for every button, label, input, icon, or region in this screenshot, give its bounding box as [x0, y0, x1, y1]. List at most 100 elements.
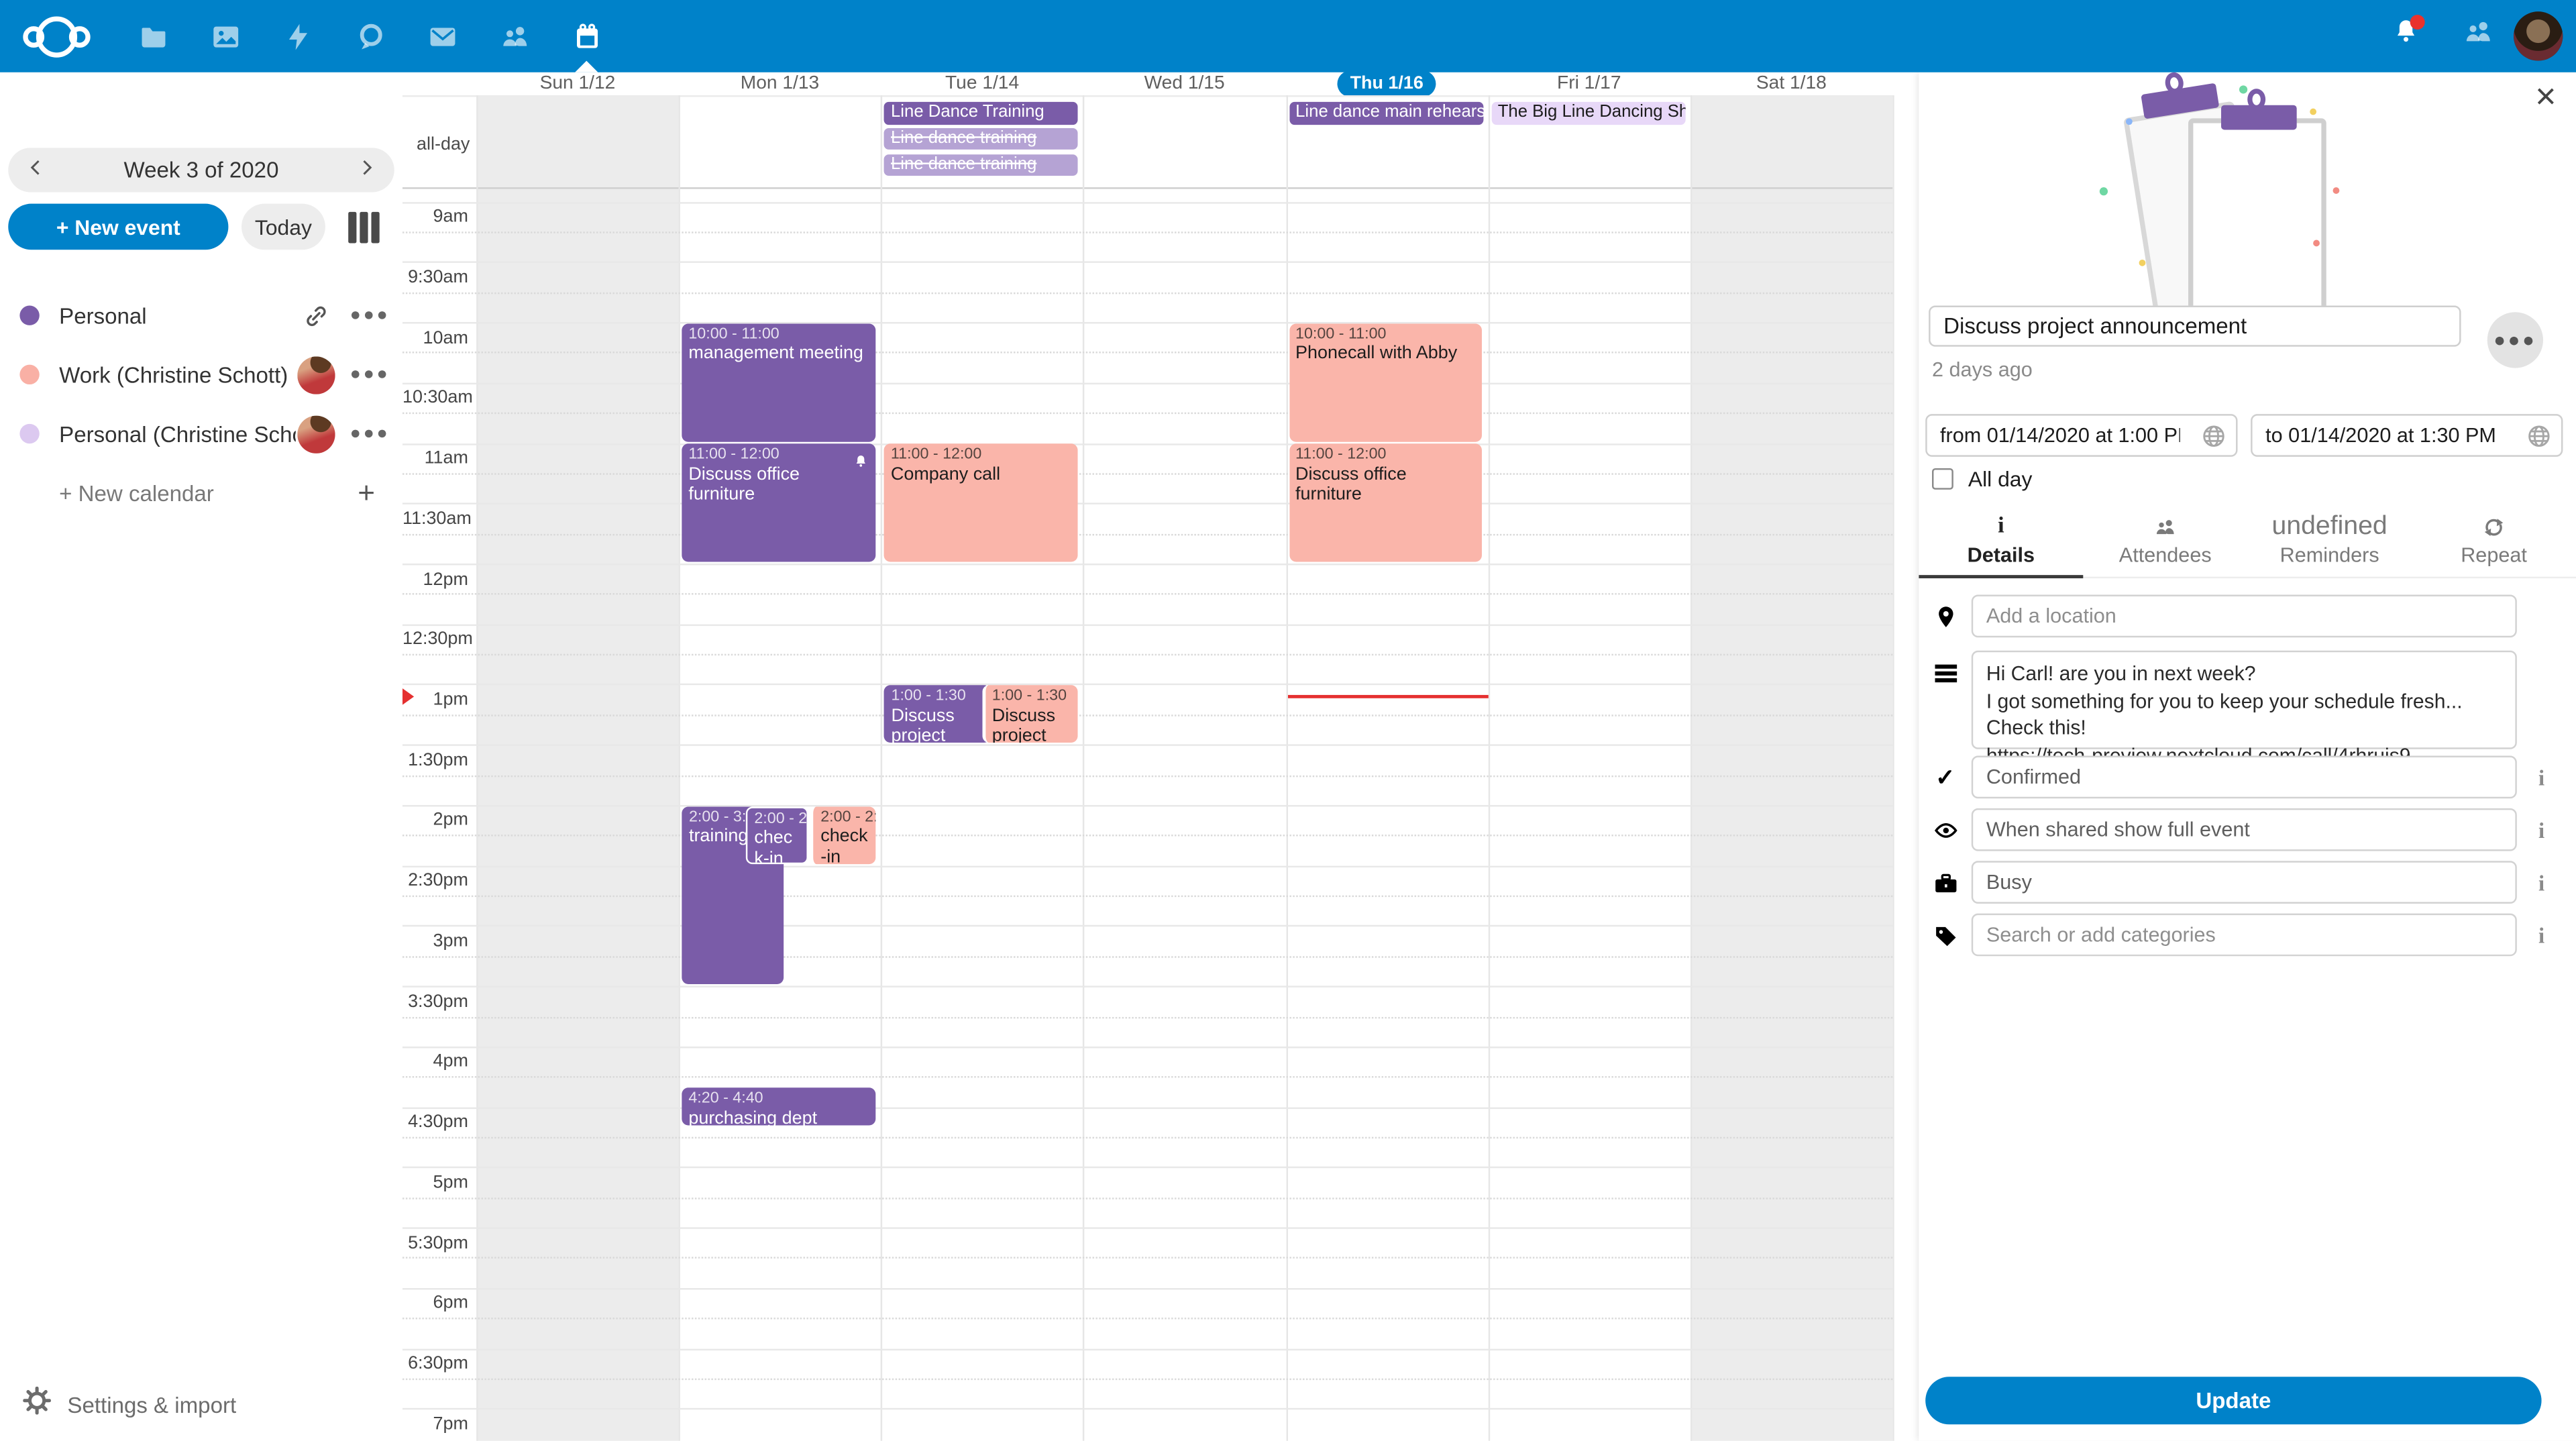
- tab-attendees[interactable]: Attendees: [2083, 506, 2247, 576]
- start-date-field[interactable]: [1925, 414, 2237, 457]
- all-day-toggle[interactable]: All day: [1932, 467, 2032, 492]
- tab-reminders[interactable]: undefinedReminders: [2247, 506, 2412, 576]
- previous-week-button[interactable]: [8, 148, 64, 192]
- contacts-menu-icon[interactable]: [2441, 0, 2514, 72]
- end-date-field[interactable]: [2251, 414, 2563, 457]
- day-header[interactable]: Thu 1/16: [1285, 72, 1488, 95]
- user-avatar[interactable]: [2514, 11, 2563, 60]
- calendar-event[interactable]: 2:00 - 2:30check-in: [746, 806, 808, 864]
- update-button[interactable]: Update: [1925, 1377, 2541, 1424]
- day-header[interactable]: Wed 1/15: [1083, 72, 1286, 95]
- settings-import-button[interactable]: Settings & import: [0, 1369, 402, 1441]
- half-hour-line: [402, 443, 1892, 444]
- quarter-hour-line: [402, 594, 1892, 595]
- day-header[interactable]: Fri 1/17: [1488, 72, 1690, 95]
- status-select[interactable]: Confirmed: [1972, 756, 2517, 799]
- event-time: 2:00 - 2:30: [754, 811, 799, 829]
- gear-icon: [23, 1387, 51, 1423]
- timezone-globe-icon[interactable]: [2527, 424, 2552, 449]
- day-header[interactable]: Mon 1/13: [679, 72, 881, 95]
- calendar-name: Work (Christine Schott): [59, 362, 296, 387]
- event-actions-menu-button[interactable]: ●●●: [2487, 312, 2543, 368]
- time-label: 10:30am: [402, 388, 468, 410]
- status-info-icon[interactable]: i: [2517, 756, 2566, 792]
- all-day-checkbox[interactable]: [1932, 468, 1953, 490]
- app-talk-icon[interactable]: [333, 0, 406, 72]
- day-header[interactable]: Sun 1/12: [476, 72, 679, 95]
- calendar-event[interactable]: 1:00 - 1:30Discuss project announcement: [885, 686, 990, 743]
- calendar-event[interactable]: 11:00 - 12:00Company call: [884, 444, 1077, 562]
- new-calendar-button[interactable]: + New calendar+: [0, 464, 402, 523]
- end-date-input[interactable]: [2253, 416, 2519, 456]
- categories-info-icon[interactable]: i: [2517, 914, 2566, 950]
- nextcloud-logo-icon[interactable]: [23, 15, 90, 56]
- calendar-menu-button[interactable]: ●●●: [350, 365, 383, 384]
- time-label: 12:30pm: [402, 630, 468, 651]
- all-day-checkbox-label: All day: [1968, 467, 2033, 492]
- description-textarea[interactable]: Hi Carl! are you in next week? I got som…: [1972, 651, 2517, 749]
- half-hour-line: [402, 805, 1892, 806]
- location-input[interactable]: [1972, 595, 2517, 638]
- clipboards-illustration: [2083, 85, 2412, 331]
- tab-details[interactable]: iDetails: [1919, 506, 2083, 576]
- today-button[interactable]: Today: [241, 204, 325, 250]
- half-hour-line: [402, 986, 1892, 988]
- busy-select[interactable]: Busy: [1972, 861, 2517, 904]
- calendar-menu-button[interactable]: ●●●: [350, 306, 383, 325]
- app-mail-icon[interactable]: [406, 0, 478, 72]
- busy-info-icon[interactable]: i: [2517, 861, 2566, 897]
- time-label: 9am: [402, 207, 468, 229]
- app-files-icon[interactable]: [117, 0, 189, 72]
- calendar-event[interactable]: 11:00 - 12:00Discuss office furniture: [1289, 444, 1482, 562]
- all-day-event[interactable]: The Big Line Dancing Show: [1491, 102, 1685, 124]
- date-range-row: [1925, 414, 2563, 457]
- calendar-event[interactable]: 1:00 - 1:30Discuss project: [982, 686, 1077, 743]
- app-photos-icon[interactable]: [189, 0, 262, 72]
- day-header[interactable]: Tue 1/14: [881, 72, 1083, 95]
- all-day-event[interactable]: Line Dance Training: [884, 102, 1078, 124]
- people-icon: [2462, 16, 2493, 56]
- calendar-menu-button[interactable]: ●●●: [350, 424, 383, 443]
- calendar-event[interactable]: 2:00 - 2:30check-in: [811, 806, 877, 864]
- briefcase-icon: [1919, 861, 1971, 904]
- half-hour-line: [402, 745, 1892, 746]
- time-label: 1:30pm: [402, 750, 468, 771]
- event-title-input[interactable]: [1929, 306, 2461, 347]
- app-calendar-icon[interactable]: [550, 0, 623, 72]
- categories-input[interactable]: [1972, 914, 2517, 957]
- calendar-name: Personal: [59, 303, 296, 328]
- calendar-event[interactable]: 10:00 - 11:00Phonecall with Abby: [1289, 323, 1482, 441]
- close-icon[interactable]: ×: [2535, 76, 2556, 119]
- shared-by-avatar[interactable]: [296, 355, 335, 394]
- half-hour-line: [402, 382, 1892, 384]
- app-contacts-icon[interactable]: [478, 0, 551, 72]
- sidebar-calendar-item[interactable]: Personal (Christine Scho…●●●: [0, 404, 402, 463]
- view-toggle-columns-icon[interactable]: [348, 211, 378, 243]
- visibility-info-icon[interactable]: i: [2517, 808, 2566, 845]
- notifications-bell-icon[interactable]: [2369, 0, 2441, 72]
- event-time: 2:00 - 2:30: [820, 810, 869, 827]
- all-day-event[interactable]: Line dance training: [884, 154, 1078, 176]
- share-link-icon[interactable]: [296, 296, 335, 335]
- timezone-globe-icon[interactable]: [2202, 424, 2226, 449]
- calendar-event[interactable]: 4:20 - 4:40purchasing dept: [682, 1088, 875, 1126]
- shared-by-avatar[interactable]: [296, 414, 335, 453]
- sidebar-calendar-item[interactable]: Personal ●●●: [0, 286, 402, 345]
- calendar-event[interactable]: 10:00 - 11:00management meeting: [682, 323, 875, 441]
- current-time-line: [1287, 695, 1488, 698]
- calendar-event[interactable]: 11:00 - 12:00Discuss office furniture: [682, 444, 875, 562]
- description-row: Hi Carl! are you in next week? I got som…: [1919, 651, 2576, 749]
- event-title: management meeting: [688, 344, 868, 364]
- tab-repeat[interactable]: Repeat: [2412, 506, 2576, 576]
- editor-tabs: iDetailsAttendeesundefinedRemindersRepea…: [1919, 506, 2576, 578]
- next-week-button[interactable]: [338, 148, 394, 192]
- day-header[interactable]: Sat 1/18: [1690, 72, 1893, 95]
- all-day-event[interactable]: Line dance training: [884, 128, 1078, 150]
- start-date-input[interactable]: [1927, 416, 2194, 456]
- visibility-select[interactable]: When shared show full event: [1972, 808, 2517, 851]
- new-event-button[interactable]: + New event: [8, 204, 228, 250]
- all-day-event[interactable]: Line dance main rehearsal: [1289, 102, 1483, 124]
- reminder-bell-icon: [852, 449, 868, 465]
- sidebar-calendar-item[interactable]: Work (Christine Schott) ●●●: [0, 345, 402, 404]
- app-activity-icon[interactable]: [261, 0, 333, 72]
